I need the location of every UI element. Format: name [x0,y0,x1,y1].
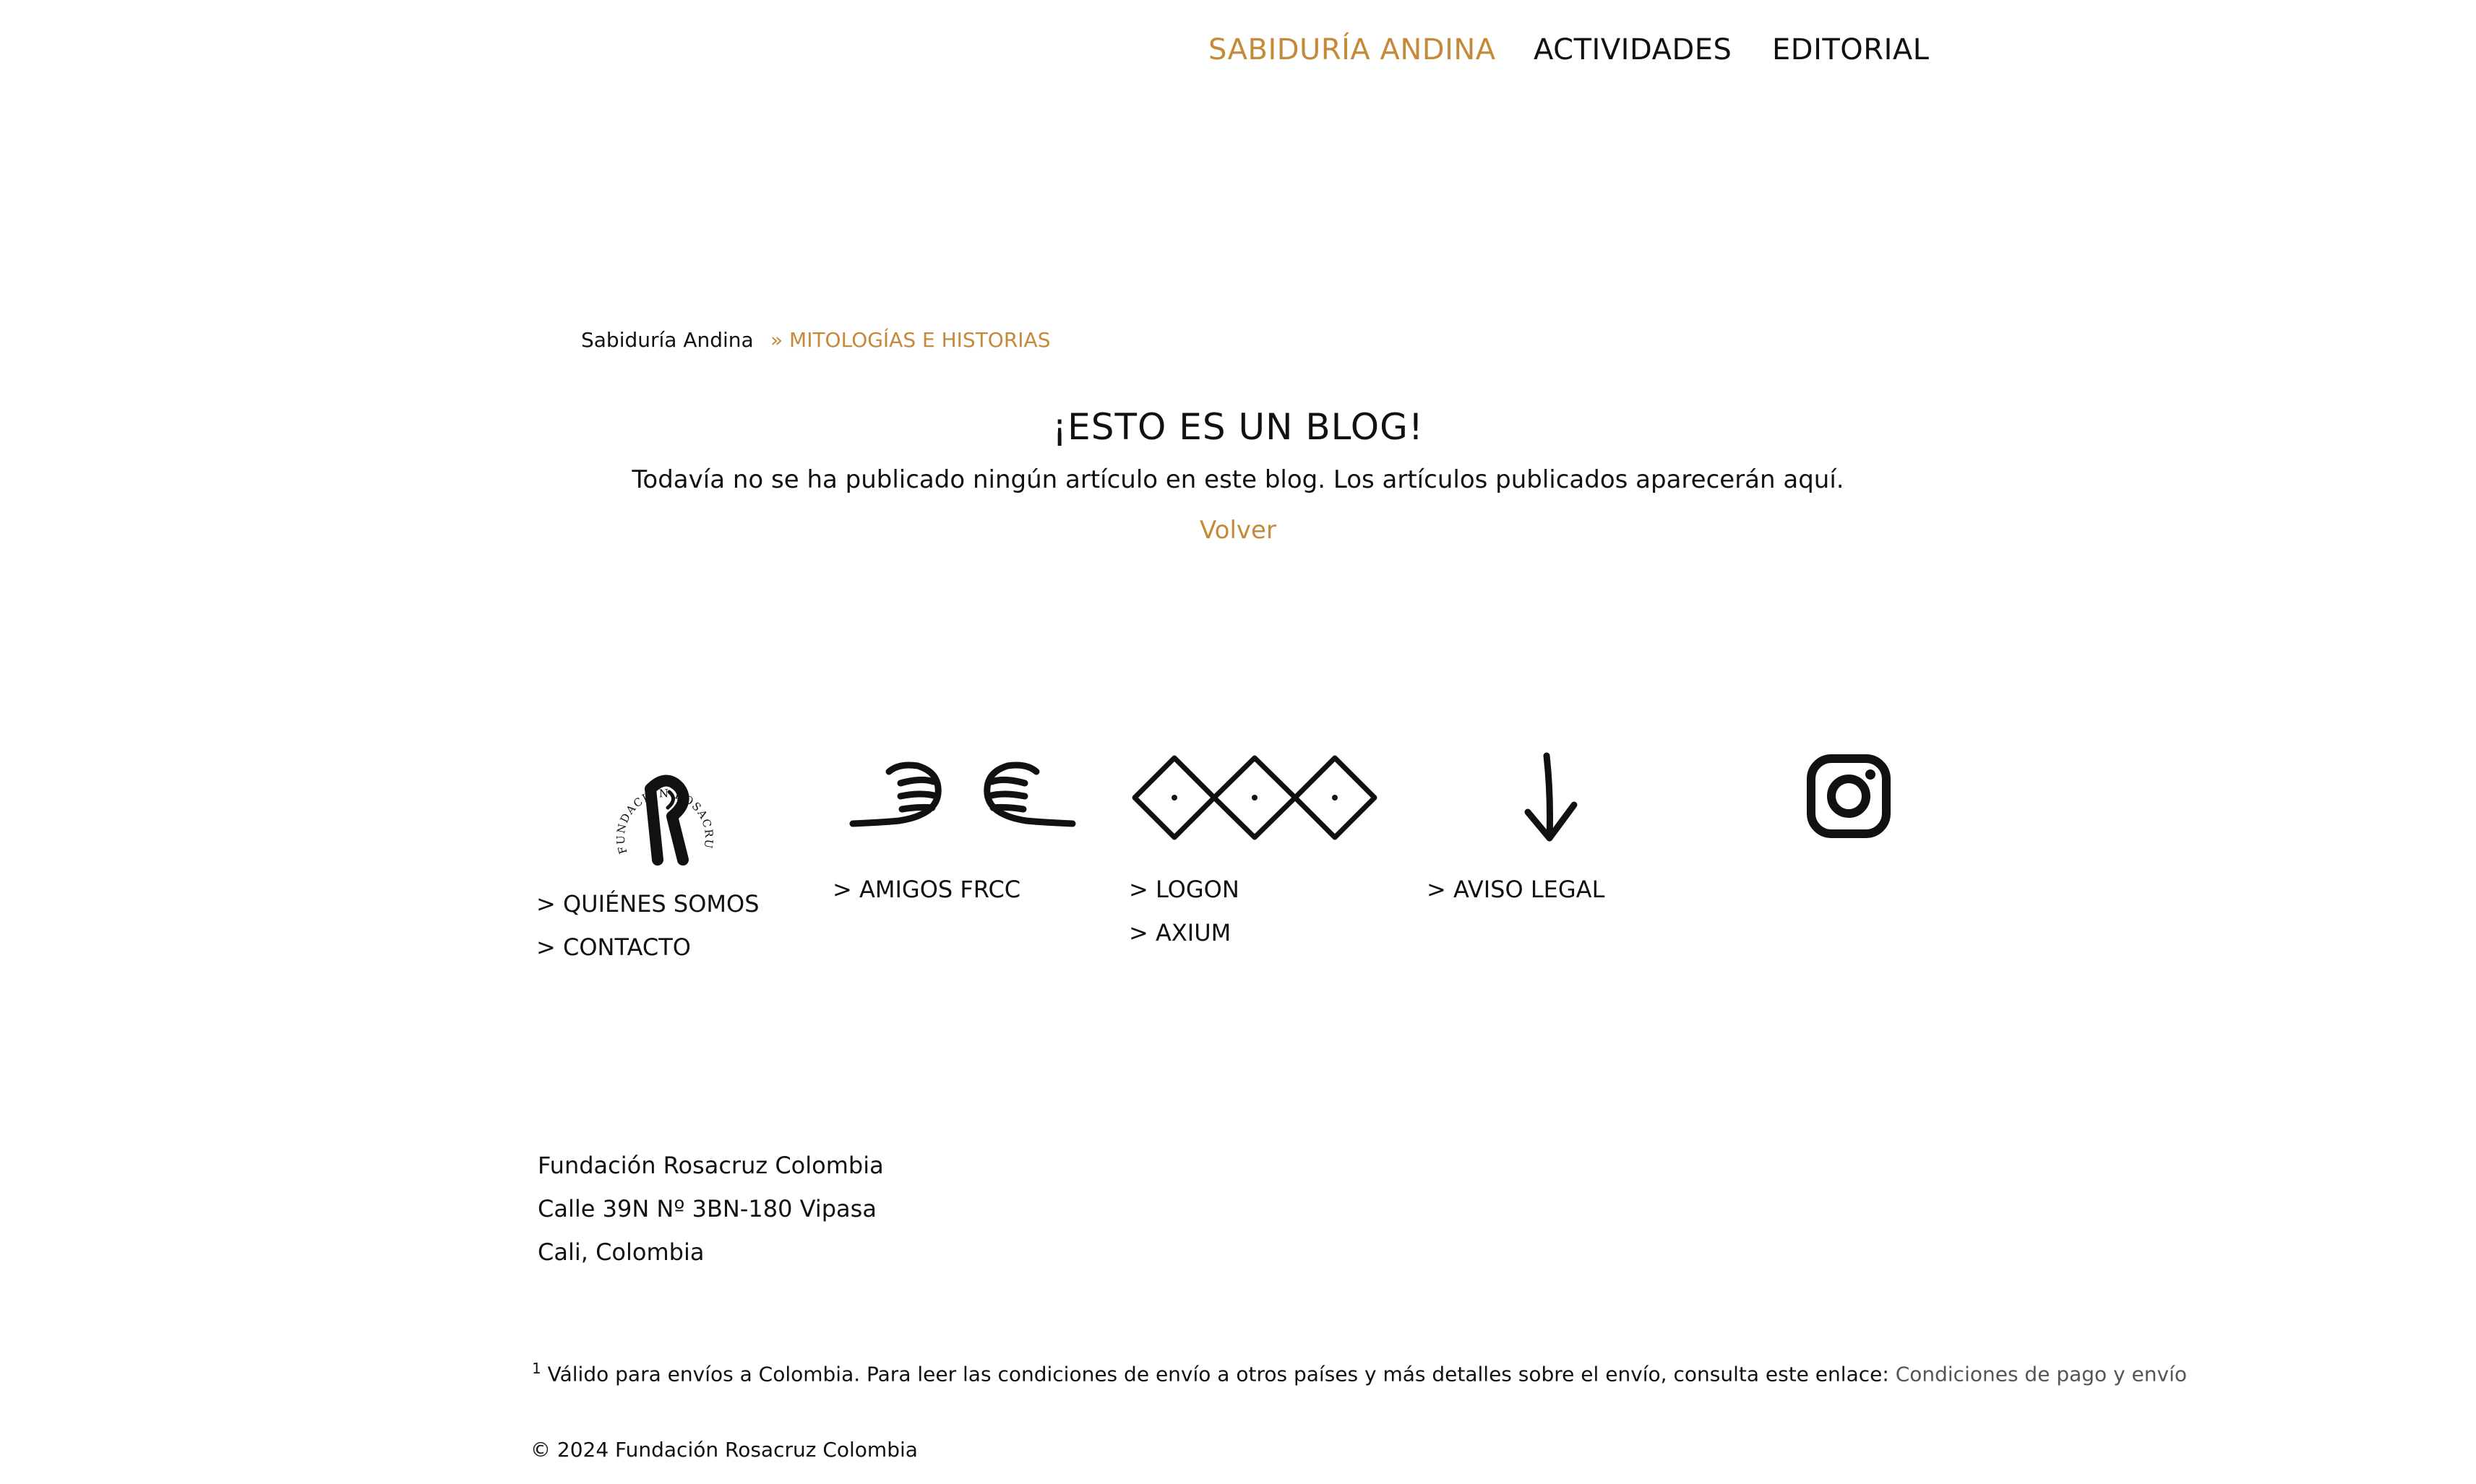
back-link-row: Volver [0,516,2476,545]
nav-actividades[interactable]: ACTIVIDADES [1534,33,1732,66]
copyright: © 2024 Fundación Rosacruz Colombia [530,1438,918,1462]
nav-sabiduria-andina[interactable]: SABIDURÍA ANDINA [1208,33,1496,66]
footnote-text: Válido para envíos a Colombia. Para leer… [547,1362,1896,1386]
instagram-icon[interactable] [1807,754,1891,838]
back-link[interactable]: Volver [1200,516,1276,545]
footer-link-amigos-frcc[interactable]: > AMIGOS FRCC [833,876,1020,903]
diamonds-pattern-icon [1132,755,1377,840]
breadcrumb-parent[interactable]: Sabiduría Andina [581,328,754,352]
footer-link-quienes-somos[interactable]: > QUIÉNES SOMOS [536,890,760,918]
footer-link-aviso-legal[interactable]: > AVISO LEGAL [1427,876,1604,903]
address-line-1: Fundación Rosacruz Colombia [538,1152,884,1179]
handshake-icon [849,762,1076,827]
footnote-mark: 1 [532,1360,541,1377]
shipping-conditions-link[interactable]: Condiciones de pago y envío [1896,1362,2187,1386]
footer-link-contacto[interactable]: > CONTACTO [536,933,691,961]
breadcrumb-current: » MITOLOGÍAS E HISTORIAS [770,328,1051,352]
address-line-3: Cali, Colombia [538,1238,705,1266]
blog-empty-message: Todavía no se ha publicado ningún artícu… [632,465,1844,494]
blog-title: ¡ESTO ES UN BLOG! [1052,406,1424,448]
arrow-down-icon [1524,752,1578,842]
address-line-2: Calle 39N Nº 3BN-180 Vipasa [538,1195,877,1222]
footer-link-logon[interactable]: > LOGON [1129,876,1239,903]
rosacruz-logo-icon: FUNDACIÓN ROSACRUZ COLOMBIA [601,734,715,866]
shipping-footnote: 1 Válido para envíos a Colombia. Para le… [532,1360,2187,1386]
footer-link-axium[interactable]: > AXIUM [1129,919,1231,946]
nav-editorial[interactable]: EDITORIAL [1772,33,1930,66]
